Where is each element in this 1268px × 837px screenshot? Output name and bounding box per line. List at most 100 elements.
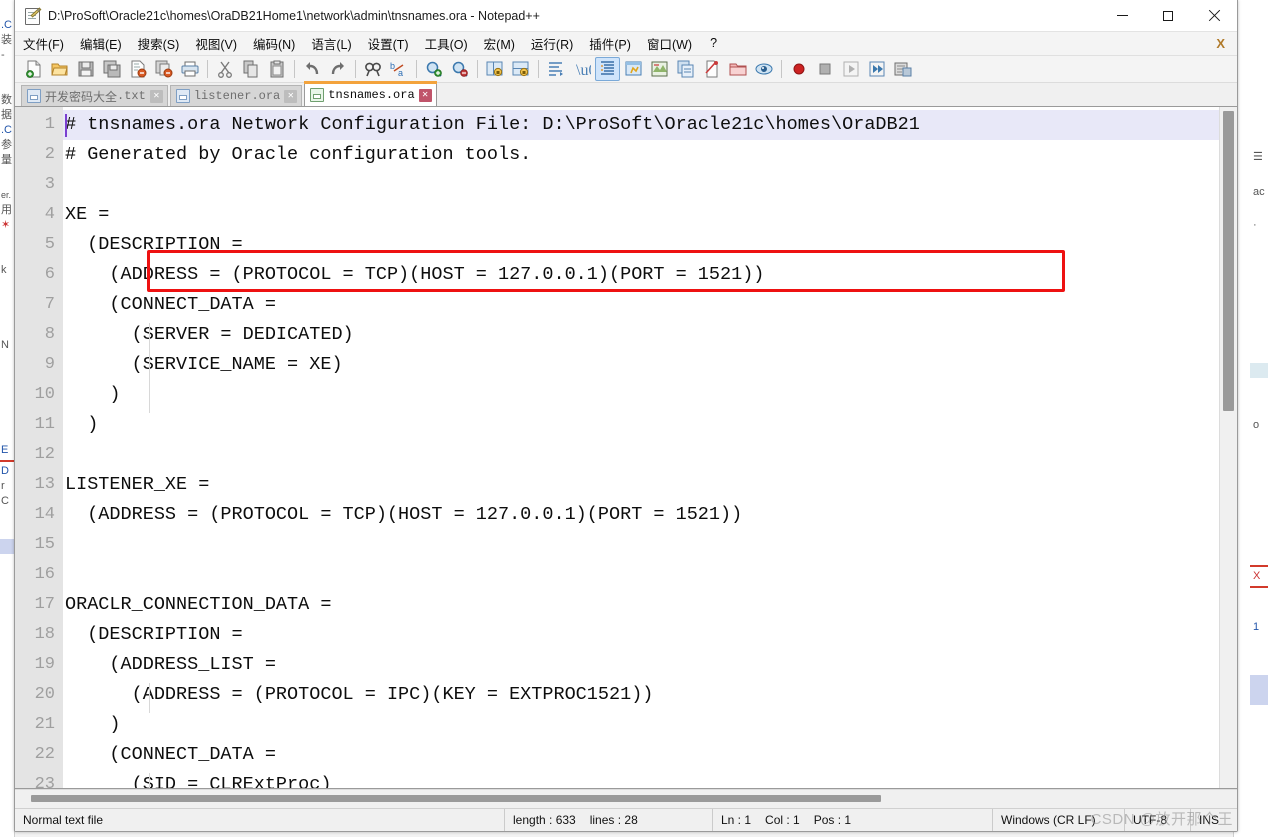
replace-icon[interactable]: b a [386, 57, 411, 81]
find-icon[interactable] [360, 57, 385, 81]
close-all-icon[interactable] [151, 57, 176, 81]
sync-vertical-scroll-icon[interactable] [482, 57, 507, 81]
code-line[interactable]: (ADDRESS_LIST = [63, 650, 1219, 680]
document-map-icon[interactable] [647, 57, 672, 81]
tab-label: 开发密码大全 [45, 89, 118, 104]
code-line[interactable]: (SERVICE_NAME = XE) [63, 350, 1219, 380]
horizontal-scrollbar[interactable] [15, 789, 1237, 808]
copy-icon[interactable] [238, 57, 263, 81]
code-line[interactable]: # tnsnames.ora Network Configuration Fil… [63, 110, 1219, 140]
svg-text:a: a [398, 68, 403, 78]
user-defined-dialog-icon[interactable] [621, 57, 646, 81]
tab-tnsnames-ora[interactable]: tnsnames .ora ✕ [304, 81, 438, 106]
menu-file[interactable]: 文件(F) [15, 32, 72, 56]
save-macro-icon[interactable] [890, 57, 915, 81]
code-line-text: # tnsnames.ora Network Configuration Fil… [65, 114, 920, 135]
code-line[interactable]: (SID = CLRExtProc) [63, 770, 1219, 788]
close-document-button[interactable]: X [1216, 36, 1225, 51]
menu-run[interactable]: 运行(R) [523, 32, 581, 56]
code-line[interactable]: (ADDRESS = (PROTOCOL = TCP)(HOST = 127.0… [63, 260, 1219, 290]
code-line[interactable]: (ADDRESS = (PROTOCOL = IPC)(KEY = EXTPRO… [63, 680, 1219, 710]
code-line[interactable]: (ADDRESS = (PROTOCOL = TCP)(HOST = 127.0… [63, 500, 1219, 530]
show-all-chars-icon[interactable]: \u00b6 [569, 57, 594, 81]
maximize-button[interactable] [1145, 0, 1191, 31]
indent-guide-icon[interactable] [595, 57, 620, 81]
menu-search[interactable]: 搜索(S) [130, 32, 188, 56]
menu-macro[interactable]: 宏(M) [476, 32, 523, 56]
stop-macro-icon[interactable] [812, 57, 837, 81]
menu-window[interactable]: 窗口(W) [639, 32, 700, 56]
menu-language[interactable]: 语言(L) [303, 32, 359, 56]
code-line[interactable]: (SERVER = DEDICATED) [63, 320, 1219, 350]
menu-help[interactable]: ? [700, 34, 727, 53]
code-line[interactable]: (CONNECT_DATA = [63, 740, 1219, 770]
line-number: 19 [34, 655, 55, 674]
folder-workspace-icon[interactable] [725, 57, 750, 81]
menu-settings[interactable]: 设置(T) [360, 32, 417, 56]
minimize-button[interactable] [1099, 0, 1145, 31]
status-insert-mode[interactable]: INS [1191, 809, 1237, 831]
code-line[interactable] [63, 440, 1219, 470]
tab-close-button[interactable]: ✕ [284, 89, 298, 103]
save-all-icon[interactable] [99, 57, 124, 81]
print-icon[interactable] [177, 57, 202, 81]
close-file-icon[interactable] [125, 57, 150, 81]
redo-icon[interactable] [325, 57, 350, 81]
sync-horizontal-scroll-icon[interactable] [508, 57, 533, 81]
menu-tools[interactable]: 工具(O) [417, 32, 476, 56]
tab-close-button[interactable]: ✕ [418, 88, 432, 102]
tab-close-button[interactable]: ✕ [149, 89, 163, 103]
code-line[interactable] [63, 530, 1219, 560]
background-window-right[interactable]: ☰ ac · o X 1 [1233, 0, 1268, 837]
word-wrap-icon[interactable] [543, 57, 568, 81]
code-line[interactable]: LISTENER_XE = [63, 470, 1219, 500]
save-icon[interactable] [73, 57, 98, 81]
code-line[interactable]: ) [63, 410, 1219, 440]
tab-listener-ora[interactable]: listener .ora ✕ [169, 85, 303, 106]
run-macro-multiple-icon[interactable] [864, 57, 889, 81]
code-line[interactable]: ) [63, 380, 1219, 410]
code-text-area[interactable]: # tnsnames.ora Network Configuration Fil… [63, 107, 1219, 788]
code-line[interactable]: (DESCRIPTION = [63, 230, 1219, 260]
line-number: 6 [44, 265, 55, 284]
document-switcher-icon[interactable] [699, 57, 724, 81]
function-list-icon[interactable] [673, 57, 698, 81]
title-bar[interactable]: D:\ProSoft\Oracle21c\homes\OraDB21Home1\… [15, 0, 1237, 32]
code-line-text: (DESCRIPTION = [65, 624, 243, 645]
open-file-icon[interactable] [47, 57, 72, 81]
vertical-scrollbar-thumb[interactable] [1223, 111, 1234, 411]
file-icon [175, 89, 190, 103]
monitoring-icon[interactable] [751, 57, 776, 81]
code-line[interactable]: ) [63, 710, 1219, 740]
toolbar-separator [294, 60, 295, 78]
play-macro-icon[interactable] [838, 57, 863, 81]
code-line[interactable]: (DESCRIPTION = [63, 620, 1219, 650]
zoom-out-icon[interactable] [447, 57, 472, 81]
code-line[interactable] [63, 560, 1219, 590]
status-encoding[interactable]: UTF-8 [1125, 809, 1191, 831]
cut-icon[interactable] [212, 57, 237, 81]
undo-icon[interactable] [299, 57, 324, 81]
code-line[interactable] [63, 170, 1219, 200]
menu-encoding[interactable]: 编码(N) [245, 32, 303, 56]
menu-view[interactable]: 视图(V) [187, 32, 245, 56]
record-macro-icon[interactable] [786, 57, 811, 81]
background-window-left[interactable]: .C 装 - 数 据 .C 参 量 er. 用 ✶ k N E D r C [0, 0, 15, 837]
horizontal-scrollbar-thumb[interactable] [31, 795, 881, 802]
status-length: length : 633 [513, 813, 576, 827]
code-line[interactable]: XE = [63, 200, 1219, 230]
code-line[interactable]: (CONNECT_DATA = [63, 290, 1219, 320]
vertical-scrollbar[interactable] [1219, 107, 1237, 788]
line-number: 4 [44, 205, 55, 224]
zoom-in-icon[interactable] [421, 57, 446, 81]
new-file-icon[interactable] [21, 57, 46, 81]
close-window-button[interactable] [1191, 0, 1237, 31]
tab-dev-passwords[interactable]: 开发密码大全 .txt ✕ [21, 85, 168, 106]
code-line[interactable]: # Generated by Oracle configuration tool… [63, 140, 1219, 170]
code-line[interactable]: ORACLR_CONNECTION_DATA = [63, 590, 1219, 620]
menu-plugins[interactable]: 插件(P) [581, 32, 639, 56]
paste-icon[interactable] [264, 57, 289, 81]
line-number-gutter: 1 2 3 4 5 6 7 8 9 10 11 12 13 14 15 16 1… [15, 107, 63, 788]
menu-edit[interactable]: 编辑(E) [72, 32, 130, 56]
status-eol-format[interactable]: Windows (CR LF) [993, 809, 1125, 831]
